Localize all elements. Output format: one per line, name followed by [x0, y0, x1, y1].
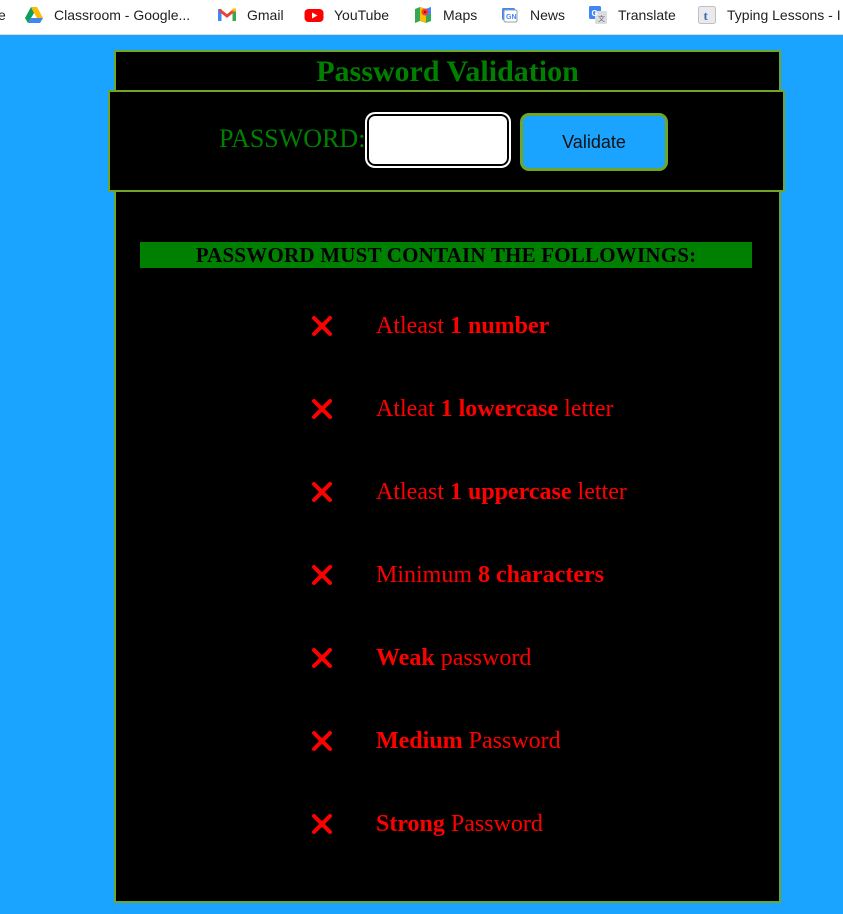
requirement-uppercase: Atleast 1 uppercase letter	[310, 477, 730, 507]
strength-medium: Medium Password	[310, 726, 730, 756]
requirement-length: Minimum 8 characters	[310, 560, 730, 590]
requirement-text: Atleat 1 lowercase letter	[376, 396, 614, 422]
requirement-text: Minimum 8 characters	[376, 562, 604, 588]
requirement-text: Atleast 1 uppercase letter	[376, 479, 627, 505]
cross-icon	[310, 397, 334, 421]
requirement-text: Strong Password	[376, 811, 543, 837]
bookmark-partial[interactable]: e	[0, 0, 6, 30]
bookmarks-bar: e Classroom - Google... Gmail	[0, 0, 843, 35]
cross-icon	[310, 812, 334, 836]
bookmark-news[interactable]: GN News	[500, 0, 565, 30]
bookmark-maps[interactable]: Maps	[413, 0, 477, 30]
bookmark-label: YouTube	[334, 7, 390, 23]
bookmark-label: Translate	[618, 7, 676, 23]
strength-strong: Strong Password	[310, 809, 730, 839]
svg-text:GN: GN	[506, 14, 517, 21]
strength-weak: Weak password	[310, 643, 730, 673]
bookmark-label: News	[530, 7, 566, 23]
page-title: Password Validation	[316, 55, 579, 88]
cross-icon	[310, 314, 334, 338]
bookmark-label: e	[0, 7, 6, 23]
requirement-text: Medium Password	[376, 728, 561, 754]
bookmark-typing-lessons[interactable]: t Typing Lessons - I	[697, 0, 841, 30]
bookmark-translate[interactable]: G 文 Translate	[588, 0, 676, 30]
google-translate-icon: G 文	[588, 5, 608, 25]
cross-icon	[310, 563, 334, 587]
svg-text:文: 文	[598, 14, 605, 23]
youtube-icon	[304, 5, 324, 25]
requirement-lowercase: Atleat 1 lowercase letter	[310, 394, 730, 424]
requirement-number: Atleast 1 number	[310, 311, 730, 341]
svg-text:t: t	[704, 8, 709, 23]
svg-text:G: G	[592, 9, 598, 18]
bookmark-label: Typing Lessons - I	[727, 7, 841, 23]
requirement-text: Weak password	[376, 645, 532, 671]
bookmark-label: Gmail	[247, 7, 284, 23]
typing-lessons-icon: t	[697, 5, 717, 25]
requirements-heading: PASSWORD MUST CONTAIN THE FOLLOWINGS:	[140, 242, 752, 268]
bookmark-gmail[interactable]: Gmail	[217, 0, 284, 30]
bookmark-label: Classroom - Google...	[54, 7, 191, 23]
password-form: PASSWORD: Validate	[108, 90, 785, 192]
requirement-text: Atleast 1 number	[376, 313, 550, 339]
cross-icon	[310, 729, 334, 753]
validate-button[interactable]: Validate	[520, 113, 668, 171]
cross-icon	[310, 646, 334, 670]
google-news-icon: GN	[500, 5, 520, 25]
password-input[interactable]	[366, 113, 510, 167]
cross-icon	[310, 480, 334, 504]
gmail-icon	[217, 5, 237, 25]
bookmark-label: Maps	[443, 7, 478, 23]
google-maps-icon	[413, 5, 433, 25]
bookmark-classroom[interactable]: Classroom - Google...	[24, 0, 190, 30]
google-drive-icon	[24, 5, 44, 25]
bookmark-youtube[interactable]: YouTube	[304, 0, 389, 30]
password-label: PASSWORD:	[219, 124, 366, 153]
